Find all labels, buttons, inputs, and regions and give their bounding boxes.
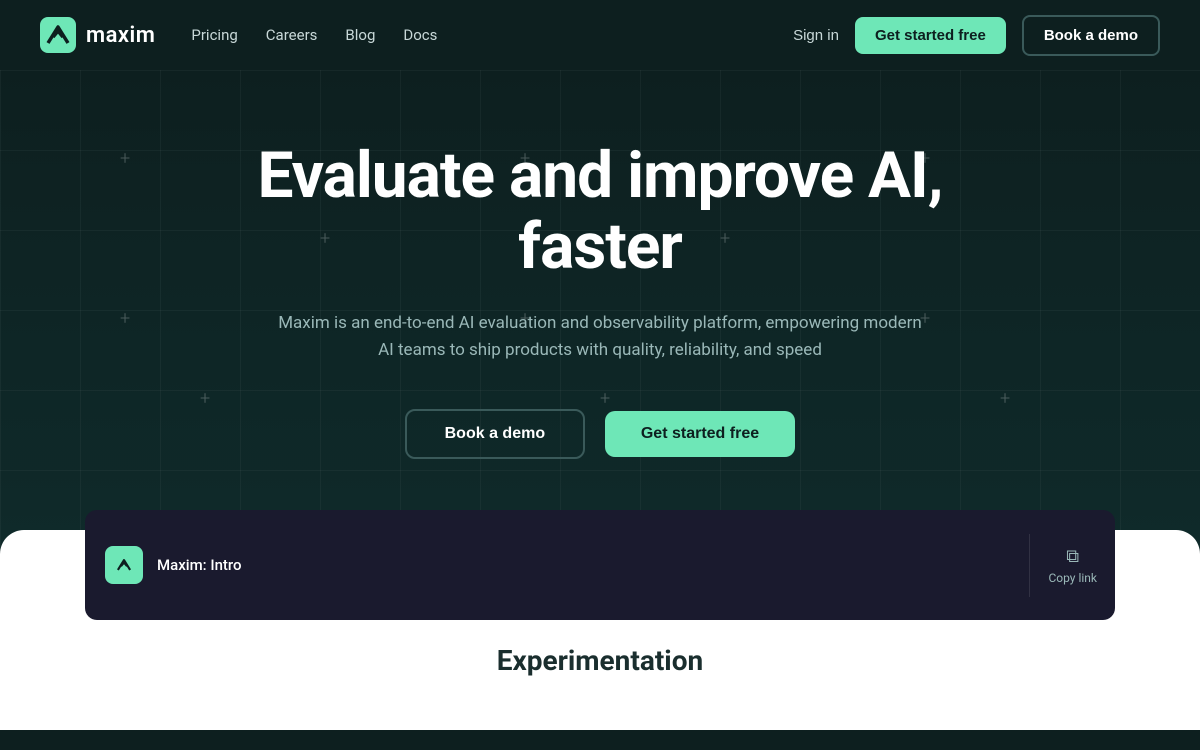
section-label: Experimentation	[497, 644, 703, 677]
hero-buttons: Book a demo Get started free	[200, 409, 1000, 459]
hero-content: Evaluate and improve AI, faster Maxim is…	[200, 141, 1000, 458]
hero-book-demo-button[interactable]: Book a demo	[405, 409, 585, 459]
video-card-title: Maxim: Intro	[157, 556, 242, 574]
copy-link-label: Copy link	[1048, 571, 1097, 585]
hero-subtitle: Maxim is an end-to-end AI evaluation and…	[275, 310, 925, 364]
decoration-plus-11: +	[1000, 390, 1010, 408]
navbar: maxim Pricing Careers Blog Docs Sign in …	[0, 0, 1200, 70]
video-card-inner: Maxim: Intro	[85, 530, 1029, 600]
nav-docs[interactable]: Docs	[403, 26, 437, 44]
hero-section: + + + + + + + + + + + Evaluate and impro…	[0, 70, 1200, 550]
logo-icon	[40, 17, 76, 53]
sign-in-button[interactable]: Sign in	[793, 27, 839, 44]
copy-icon: ⧉	[1066, 546, 1079, 567]
copy-link-button[interactable]: ⧉ Copy link	[1029, 534, 1115, 597]
decoration-plus-1: +	[120, 150, 130, 168]
video-logo-icon	[105, 546, 143, 584]
nav-links: Pricing Careers Blog Docs	[191, 26, 437, 44]
logo-link[interactable]: maxim	[40, 17, 155, 53]
get-started-button[interactable]: Get started free	[855, 17, 1006, 54]
navbar-left: maxim Pricing Careers Blog Docs	[40, 17, 437, 53]
nav-careers[interactable]: Careers	[266, 26, 318, 44]
video-card: Maxim: Intro ⧉ Copy link	[85, 510, 1115, 620]
navbar-right: Sign in Get started free Book a demo	[793, 15, 1160, 56]
nav-pricing[interactable]: Pricing	[191, 26, 237, 44]
nav-blog[interactable]: Blog	[345, 26, 375, 44]
decoration-plus-4: +	[120, 310, 130, 328]
logo-text: maxim	[86, 23, 155, 48]
hero-get-started-button[interactable]: Get started free	[605, 411, 795, 457]
white-section: Maxim: Intro ⧉ Copy link Experimentation	[0, 530, 1200, 730]
hero-title: Evaluate and improve AI, faster	[200, 141, 1000, 282]
book-demo-nav-button[interactable]: Book a demo	[1022, 15, 1160, 56]
